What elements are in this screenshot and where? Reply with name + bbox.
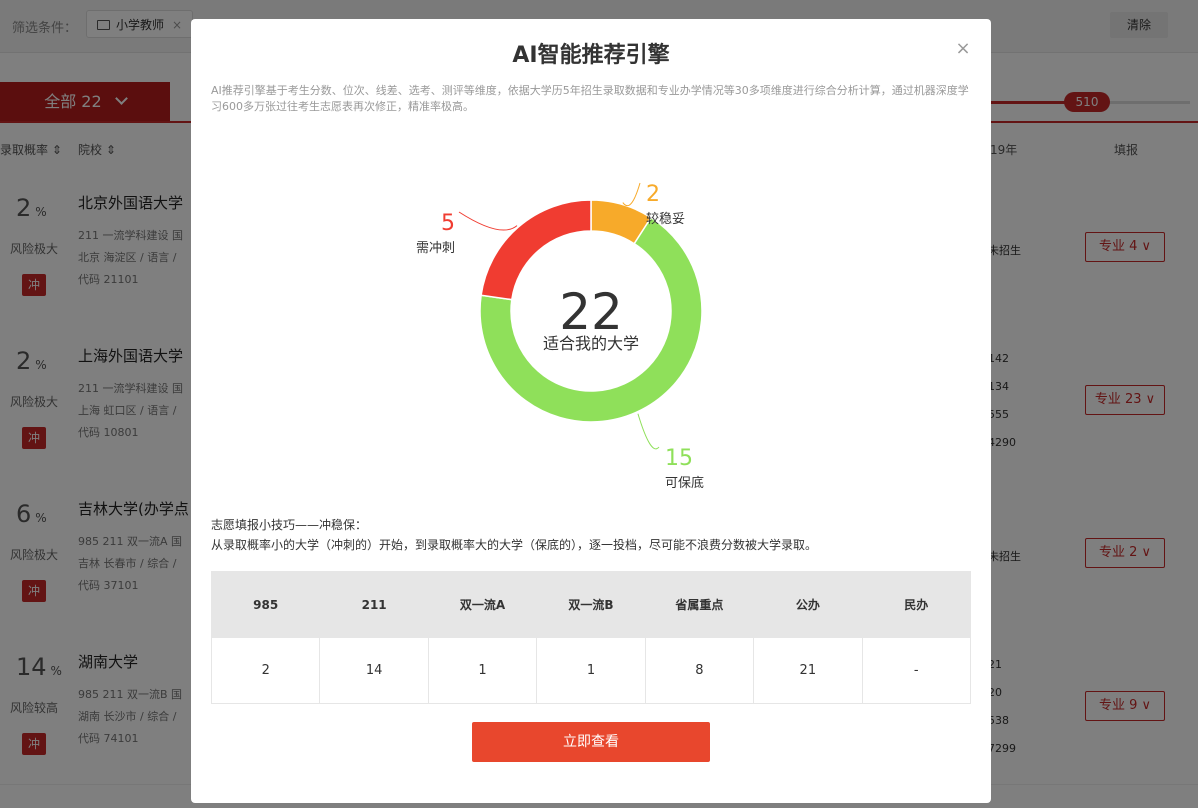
slice-value-label: 15 bbox=[665, 446, 693, 471]
modal-description: AI推荐引擎基于考生分数、位次、线差、选考、测评等维度，依据大学历5年招生录取数… bbox=[211, 84, 969, 113]
tips-title: 志愿填报小技巧——冲稳保： bbox=[211, 518, 368, 532]
slice-value-label: 2 bbox=[646, 182, 660, 207]
chart-center-value: 22 bbox=[559, 283, 623, 341]
slice-category-label: 需冲刺 bbox=[416, 241, 455, 256]
slice-leader-line bbox=[637, 413, 660, 450]
tips-body: 从录取概率小的大学（冲刺的）开始，到录取概率大的大学（保底的），逐一投档，尽可能… bbox=[211, 538, 818, 552]
stats-header-cell: 211 bbox=[319, 571, 429, 638]
stats-value-cell: 21 bbox=[753, 637, 863, 704]
stats-header-cell: 985 bbox=[210, 571, 321, 638]
stats-header-cell: 民办 bbox=[861, 571, 972, 638]
stats-header-cell: 双一流B bbox=[536, 571, 646, 638]
slice-leader-line bbox=[622, 182, 641, 207]
slice-category-label: 可保底 bbox=[665, 475, 704, 491]
slice-category-label: 较稳妥 bbox=[646, 211, 685, 227]
chart-center-label: 适合我的大学 bbox=[543, 334, 639, 353]
stats-value-cell: 2 bbox=[210, 637, 321, 704]
stats-value-cell: 8 bbox=[644, 637, 755, 704]
stats-header-cell: 双一流A bbox=[427, 571, 538, 638]
stats-value-row: 2 14 1 1 8 21- bbox=[210, 637, 972, 704]
modal-title: AI智能推荐引擎 bbox=[512, 43, 670, 68]
stats-value-cell: - bbox=[861, 637, 972, 704]
stats-value-cell: 1 bbox=[427, 637, 538, 704]
category-stats-table: 985 211 双一流A 双一流B 省属重点 公办 民办 2 14 1 1 8 21- bbox=[210, 571, 972, 704]
stats-value-cell: 1 bbox=[536, 637, 646, 704]
close-icon[interactable]: × bbox=[953, 39, 973, 59]
ai-recommend-modal: AI智能推荐引擎 × AI推荐引擎基于考生分数、位次、线差、选考、测评等维度，依… bbox=[191, 19, 991, 803]
stats-header-row: 985 211 双一流A 双一流B 省属重点 公办 民办 bbox=[210, 571, 972, 638]
stats-header-cell: 公办 bbox=[753, 571, 863, 638]
view-now-button[interactable]: 立即查看 bbox=[472, 722, 710, 762]
stats-value-cell: 14 bbox=[319, 637, 429, 704]
slice-value-label: 5 bbox=[441, 211, 455, 236]
stats-header-cell: 省属重点 bbox=[644, 571, 755, 638]
donut-chart: 22 适合我的大学 2 较稳妥 15 可保底 5 需冲刺 bbox=[416, 182, 704, 491]
slice-leader-line bbox=[458, 211, 518, 231]
